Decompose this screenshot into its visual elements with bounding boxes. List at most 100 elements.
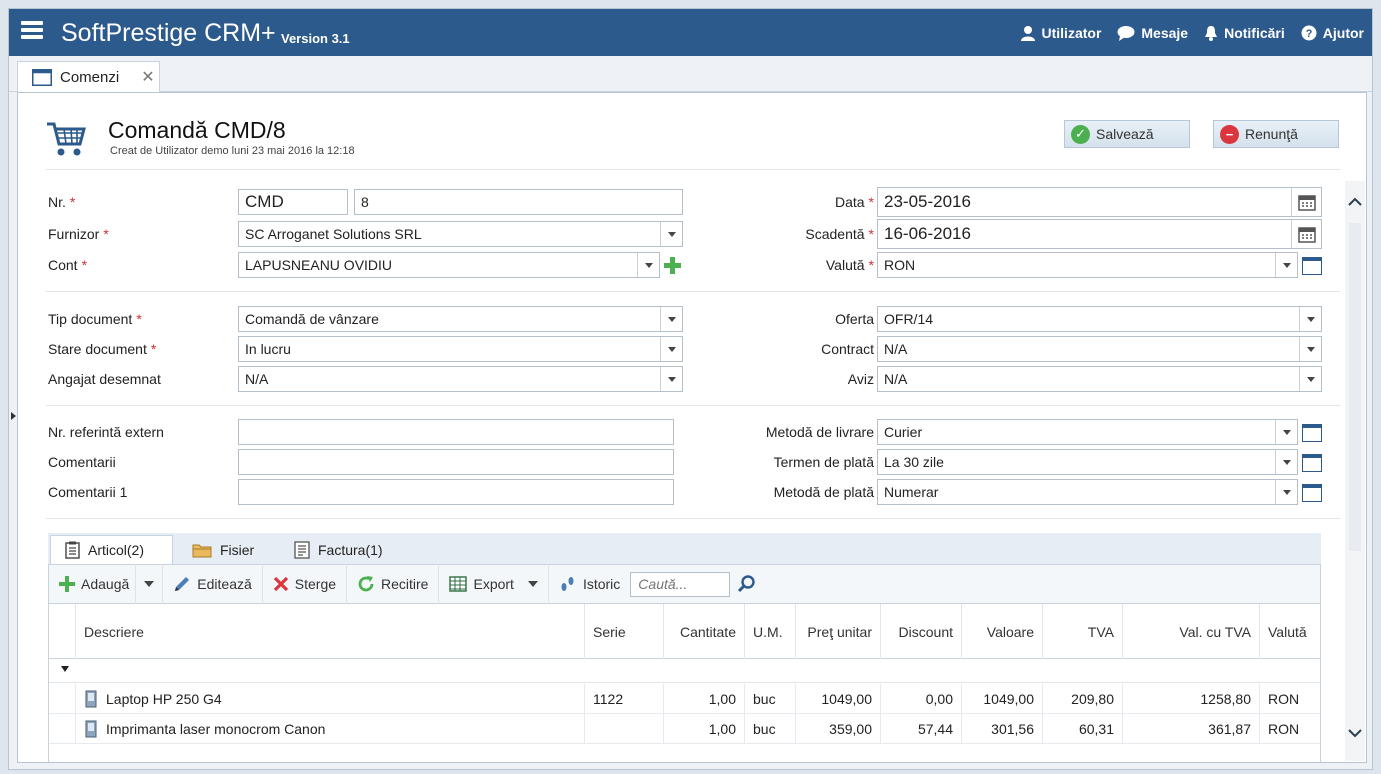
messages-menu[interactable]: Mesaje [1117,25,1188,41]
open-window-icon[interactable] [1302,454,1322,472]
chevron-down-icon[interactable] [1275,420,1297,444]
chevron-down-icon[interactable] [1299,337,1321,361]
grid-header: Descriere Serie Cantitate U.M. Preţ unit… [49,604,1320,659]
open-window-icon[interactable] [1302,484,1322,502]
cell-val-cu-tva: 1258,80 [1122,684,1259,714]
delete-x-icon [273,576,288,592]
comentarii1-input[interactable] [238,479,674,505]
col-descriere[interactable]: Descriere [75,604,584,659]
page-title: Comandă CMD/8 [108,117,286,143]
scrollbar-thumb[interactable] [1349,223,1361,551]
history-button[interactable]: Istoric [549,564,630,604]
tab-comenzi[interactable]: Comenzi ✕ [17,61,160,92]
cont-select[interactable]: LAPUSNEANU OVIDIU [238,252,660,278]
aviz-select[interactable]: N/A [877,366,1322,392]
table-row[interactable]: Imprimanta laser monocrom Canon 1,00 buc… [49,714,1320,744]
chevron-down-icon[interactable] [1275,480,1297,504]
tab-fisier[interactable]: Fisier [178,535,268,564]
termen-plata-select[interactable]: La 30 zile [877,449,1298,475]
tab-articol[interactable]: Articol(2) [50,535,173,564]
add-button-label: Adaugă [81,576,130,592]
user-icon [1020,25,1035,41]
cell-valuta: RON [1259,684,1320,714]
comentarii-input[interactable] [238,449,674,475]
export-button[interactable]: Export [439,564,549,604]
contract-select[interactable]: N/A [877,336,1322,362]
help-menu[interactable]: ? Ajutor [1301,25,1364,41]
svg-text:?: ? [1305,28,1312,40]
chevron-down-icon[interactable] [1299,307,1321,331]
nr-ref-input[interactable] [238,419,674,445]
col-um[interactable]: U.M. [744,604,795,659]
open-window-icon[interactable] [1302,424,1322,442]
col-discount[interactable]: Discount [880,604,961,659]
table-row[interactable]: Laptop HP 250 G4 1122 1,00 buc 1049,00 0… [49,684,1320,714]
scroll-down-icon[interactable] [1348,729,1362,738]
cell-discount: 57,44 [880,714,961,744]
furnizor-label: Furnizor * [48,226,109,242]
tip-document-select[interactable]: Comandă de vânzare [238,306,683,332]
nr-number-field[interactable]: 8 [354,189,683,215]
vertical-scrollbar[interactable] [1345,181,1365,761]
termen-plata-label: Termen de plată [773,454,874,470]
open-window-icon[interactable] [1302,257,1322,275]
nr-ref-label: Nr. referintă extern [48,424,164,440]
side-panel-toggle[interactable] [9,401,17,431]
stare-document-select[interactable]: In lucru [238,336,683,362]
notifications-menu[interactable]: Notificări [1204,25,1285,41]
col-pret-unitar[interactable]: Preţ unitar [795,604,880,659]
user-menu-label: Utilizator [1041,24,1102,41]
calendar-icon[interactable] [1291,188,1321,216]
scadenta-label: Scadentă * [805,226,874,242]
col-valoare[interactable]: Valoare [961,604,1042,659]
nr-prefix-field[interactable]: CMD [238,189,348,215]
delete-button[interactable]: Sterge [263,564,348,604]
scroll-up-icon[interactable] [1348,197,1362,206]
search-icon [738,575,755,593]
col-tva[interactable]: TVA [1042,604,1122,659]
messages-menu-label: Mesaje [1141,24,1189,41]
search-button[interactable] [730,564,764,604]
scadenta-date-field[interactable]: 16-06-2016 [877,219,1322,249]
col-serie[interactable]: Serie [584,604,663,659]
chevron-down-icon[interactable] [1275,253,1297,277]
add-button[interactable]: Adaugă [49,564,135,604]
col-val-cu-tva[interactable]: Val. cu TVA [1122,604,1259,659]
created-info: Creat de Utilizator demo luni 23 mai 201… [110,145,355,157]
shopping-cart-icon [47,122,86,156]
hamburger-menu-icon[interactable] [21,21,43,43]
cell-um: buc [744,714,795,744]
edit-button[interactable]: Editează [163,564,263,604]
cancel-button[interactable]: − Renunţă [1213,120,1339,148]
close-tab-icon[interactable]: ✕ [141,67,154,87]
tab-factura[interactable]: Factura(1) [280,535,397,564]
calendar-icon[interactable] [1291,220,1321,248]
col-cantitate[interactable]: Cantitate [663,604,744,659]
cell-um: buc [744,684,795,714]
data-date-field[interactable]: 23-05-2016 [877,187,1322,217]
divider [46,169,1340,170]
tab-fisier-label: Fisier [220,541,255,558]
chevron-down-icon[interactable] [1299,367,1321,391]
metoda-livrare-select[interactable]: Curier [877,419,1298,445]
cell-serie: 1122 [584,684,663,714]
col-valuta[interactable]: Valută [1259,604,1320,659]
valuta-select[interactable]: RON [877,252,1298,278]
add-dropdown[interactable] [135,564,164,604]
user-menu[interactable]: Utilizator [1020,24,1102,41]
refresh-button[interactable]: Recitire [347,564,440,604]
search-input[interactable] [630,571,731,597]
chevron-down-icon[interactable] [1275,450,1297,474]
top-actions: Utilizator Mesaje Notificări ? Ajutor [1020,9,1364,56]
footsteps-icon [561,577,574,591]
angajat-select[interactable]: N/A [238,366,683,392]
refresh-icon [358,576,374,592]
stare-document-label: Stare document * [48,341,157,357]
oferta-select[interactable]: OFR/14 [877,306,1322,332]
furnizor-select[interactable]: SC Arroganet Solutions SRL [238,221,683,247]
save-button[interactable]: ✓ Salvează [1064,120,1190,148]
cell-val-cu-tva: 361,87 [1122,714,1259,744]
angajat-label: Angajat desemnat [48,371,161,387]
collapse-arrow-icon[interactable] [61,666,69,672]
metoda-plata-select[interactable]: Numerar [877,479,1298,505]
